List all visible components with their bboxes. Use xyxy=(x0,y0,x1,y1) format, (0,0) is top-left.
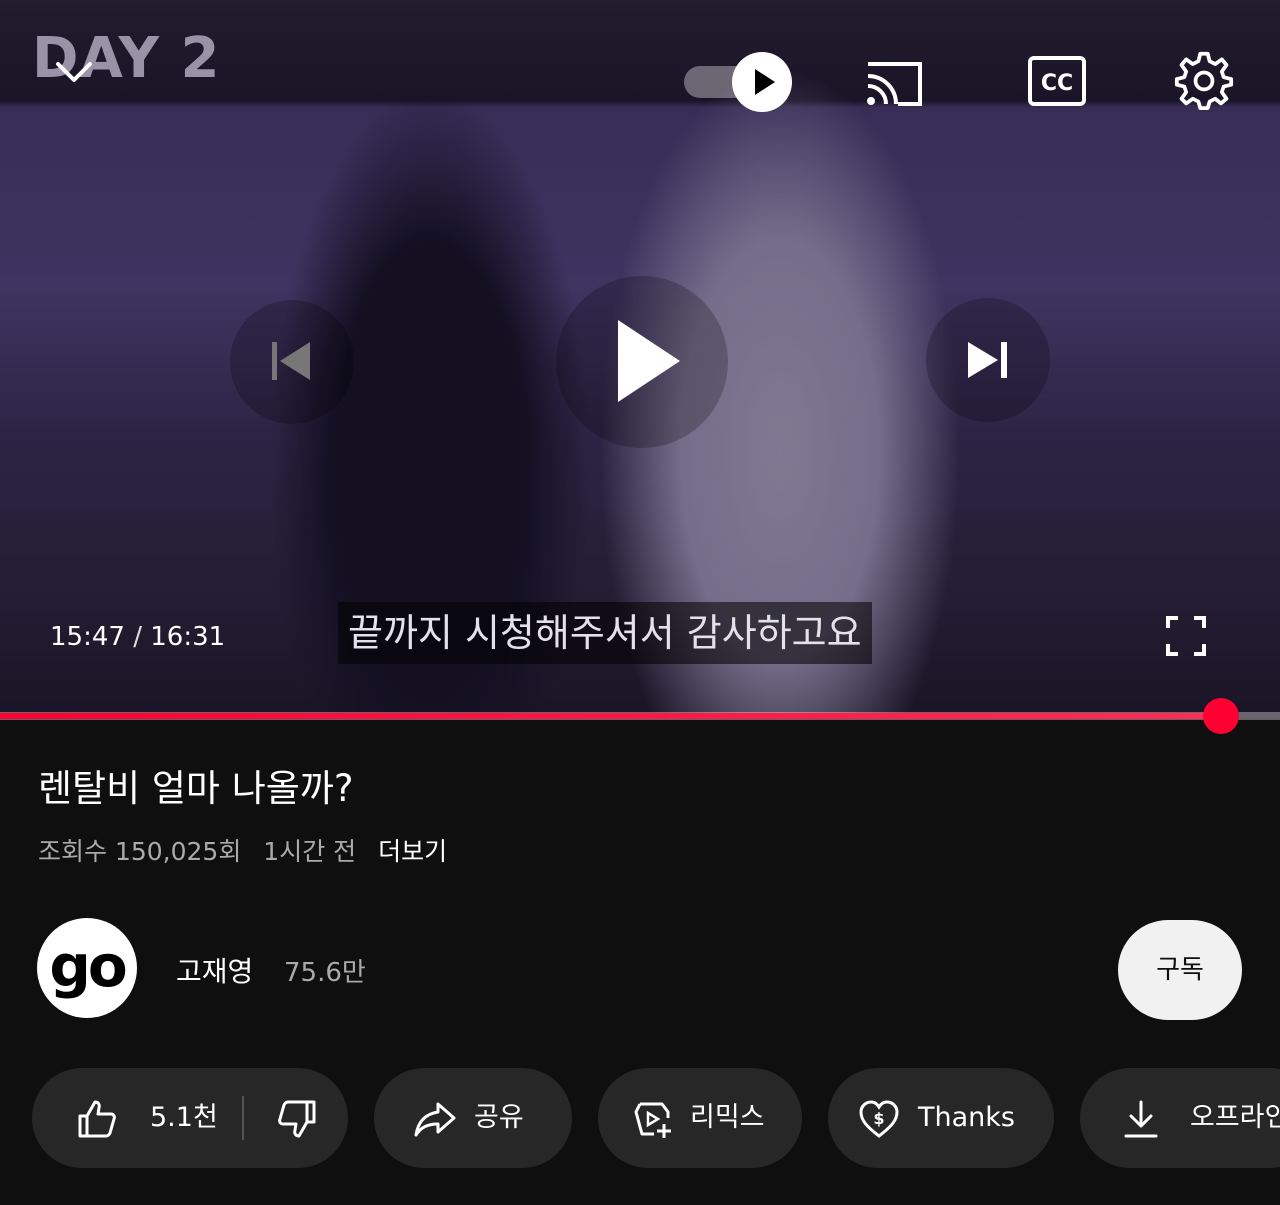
subscribe-button[interactable]: 구독 xyxy=(1118,920,1242,1020)
like-dislike-chip: 5.1천 xyxy=(32,1068,348,1168)
progress-scrubber[interactable] xyxy=(1203,698,1240,734)
captions-icon[interactable]: CC xyxy=(1026,52,1090,112)
autoplay-play-icon xyxy=(755,69,775,95)
time-separator: / xyxy=(133,622,142,652)
like-button[interactable]: 5.1천 xyxy=(32,1068,242,1168)
time-display: 15:47 / 16:31 xyxy=(50,622,225,652)
view-count: 조회수 150,025회 xyxy=(38,837,242,866)
chevron-down-icon[interactable] xyxy=(50,52,98,92)
progress-bar[interactable] xyxy=(0,698,1280,734)
offline-label: 오프라인 xyxy=(1190,1102,1280,1133)
cast-icon[interactable] xyxy=(862,52,926,112)
like-count: 5.1천 xyxy=(150,1102,218,1133)
dislike-icon[interactable] xyxy=(276,1098,318,1140)
next-icon xyxy=(968,342,1007,378)
more-link[interactable]: 더보기 xyxy=(378,837,447,866)
play-icon xyxy=(618,320,680,402)
share-button[interactable]: 공유 xyxy=(374,1068,572,1168)
download-icon xyxy=(1124,1100,1158,1138)
autoplay-knob xyxy=(732,52,792,112)
share-label: 공유 xyxy=(474,1102,524,1133)
thanks-button[interactable]: $ Thanks xyxy=(828,1068,1054,1168)
video-player[interactable]: DAY 2 CC 15:47 / 16:31 끝까지 시청해주셔서 감사하고요 xyxy=(0,0,1280,718)
settings-icon[interactable] xyxy=(1172,50,1236,110)
duration: 16:31 xyxy=(150,622,226,652)
autoplay-toggle[interactable] xyxy=(684,52,794,112)
share-icon xyxy=(414,1102,456,1137)
subscriber-count: 75.6만 xyxy=(284,958,366,988)
offline-button[interactable]: 오프라인 xyxy=(1080,1068,1280,1168)
remix-icon xyxy=(634,1102,671,1138)
upload-age: 1시간 전 xyxy=(263,837,357,866)
current-time: 15:47 xyxy=(50,622,125,652)
like-icon xyxy=(78,1100,116,1138)
channel-name[interactable]: 고재영 xyxy=(176,950,253,990)
fullscreen-icon[interactable] xyxy=(1164,614,1208,658)
video-meta[interactable]: 조회수 150,025회 1시간 전 더보기 xyxy=(38,832,461,868)
svg-text:$: $ xyxy=(873,1109,884,1128)
subtitle: 끝까지 시청해주셔서 감사하고요 xyxy=(338,602,872,664)
thanks-label: Thanks xyxy=(918,1102,1015,1133)
svg-text:CC: CC xyxy=(1041,71,1073,96)
like-divider xyxy=(242,1096,244,1140)
next-button[interactable] xyxy=(926,298,1050,422)
video-title[interactable]: 렌탈비 얼마 나올까? xyxy=(38,758,353,812)
remix-label: 리믹스 xyxy=(690,1102,765,1133)
previous-button[interactable] xyxy=(230,300,354,424)
previous-icon xyxy=(272,342,310,380)
remix-button[interactable]: 리믹스 xyxy=(598,1068,802,1168)
thanks-icon: $ xyxy=(859,1100,899,1138)
progress-fill xyxy=(0,713,1222,719)
avatar[interactable]: go xyxy=(37,918,137,1018)
play-button[interactable] xyxy=(556,276,728,448)
